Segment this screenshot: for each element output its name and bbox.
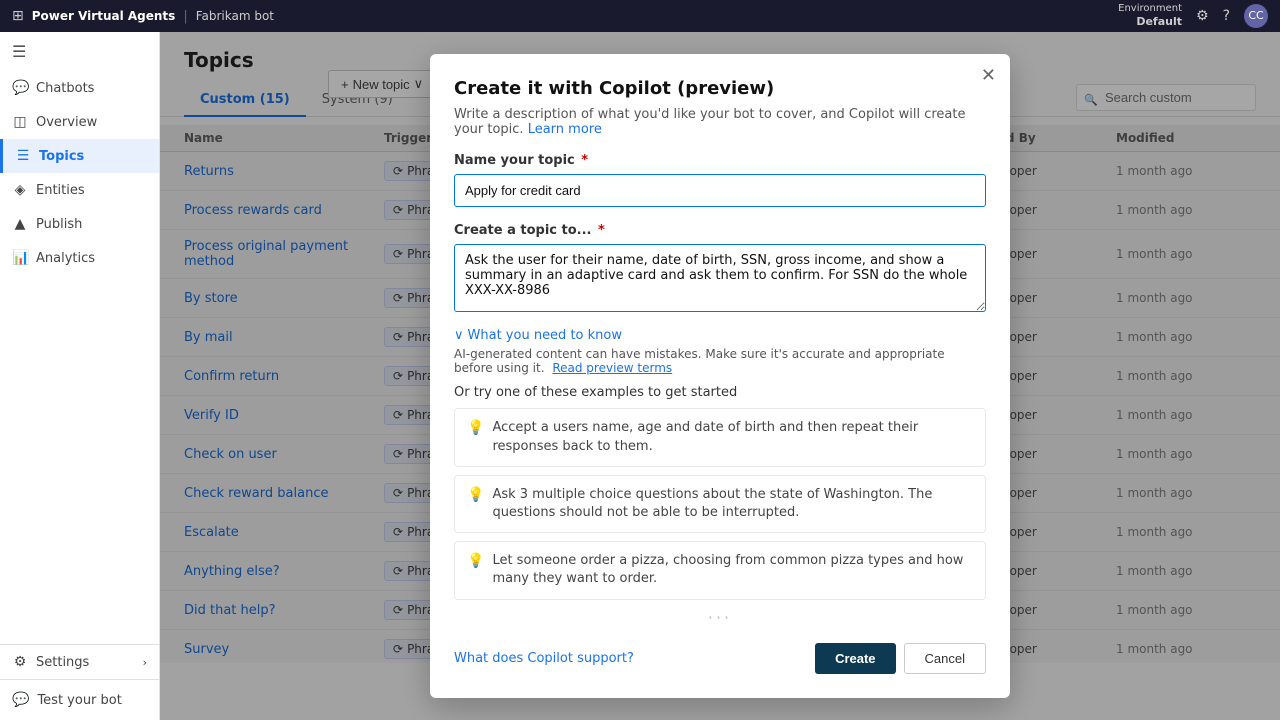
topic-description-label: Create a topic to... * <box>454 223 986 238</box>
copilot-support-link[interactable]: What does Copilot support? <box>454 651 634 666</box>
footer-buttons: Create Cancel <box>815 643 986 674</box>
sidebar: ☰ 💬 Chatbots ◫ Overview ☰ Topics ◈ Entit… <box>0 32 160 720</box>
chatbots-icon: 💬 <box>12 80 28 96</box>
example-item-1[interactable]: 💡 Accept a users name, age and date of b… <box>454 408 986 466</box>
sidebar-label-settings: Settings <box>36 655 89 670</box>
chevron-down-icon: ∨ <box>454 328 464 343</box>
app-name: Power Virtual Agents <box>32 9 176 23</box>
create-button[interactable]: Create <box>815 643 895 674</box>
main-content: + New topic ∨ Topics Custom (15) System … <box>160 32 1280 720</box>
preview-terms-link[interactable]: Read preview terms <box>552 361 672 375</box>
test-bot-button[interactable]: 💬 Test your bot <box>0 679 159 720</box>
analytics-icon: 📊 <box>12 250 28 266</box>
cancel-button[interactable]: Cancel <box>904 643 986 674</box>
publish-icon: ▲ <box>12 216 28 232</box>
overview-icon: ◫ <box>12 114 28 130</box>
warning-toggle-label: What you need to know <box>468 328 622 343</box>
sidebar-label-topics: Topics <box>39 149 84 164</box>
avatar[interactable]: CC <box>1244 4 1268 28</box>
topbar-right: Environment Default ⚙ ? CC <box>1118 2 1268 29</box>
sidebar-item-chatbots[interactable]: 💬 Chatbots <box>0 71 159 105</box>
examples-label: Or try one of these examples to get star… <box>454 385 986 400</box>
scroll-indicator: ··· <box>454 608 986 627</box>
close-button[interactable]: ✕ <box>981 66 996 84</box>
sidebar-label-overview: Overview <box>36 115 97 130</box>
topic-description-input[interactable]: Ask the user for their name, date of bir… <box>454 244 986 312</box>
settings-chevron-icon: › <box>143 656 147 669</box>
dialog-title: Create it with Copilot (preview) <box>454 78 986 99</box>
sidebar-item-settings[interactable]: ⚙ Settings › <box>0 644 159 679</box>
sidebar-label-entities: Entities <box>36 183 85 198</box>
warning-section: ∨ What you need to know AI-generated con… <box>454 328 986 375</box>
example-item-2[interactable]: 💡 Ask 3 multiple choice questions about … <box>454 475 986 533</box>
example-text-2: Ask 3 multiple choice questions about th… <box>492 486 973 522</box>
settings-nav-icon: ⚙ <box>12 654 28 670</box>
dialog-overlay: ✕ Create it with Copilot (preview) Write… <box>160 32 1280 720</box>
sidebar-label-analytics: Analytics <box>36 251 95 266</box>
copilot-dialog: ✕ Create it with Copilot (preview) Write… <box>430 54 1010 697</box>
warning-text: AI-generated content can have mistakes. … <box>454 347 986 375</box>
test-bot-icon: 💬 <box>12 692 29 708</box>
sidebar-item-publish[interactable]: ▲ Publish <box>0 207 159 241</box>
lightbulb-icon-2: 💡 <box>467 487 484 503</box>
grid-icon[interactable]: ⊞ <box>12 8 24 24</box>
topic-name-input[interactable] <box>454 174 986 207</box>
example-text-3: Let someone order a pizza, choosing from… <box>492 552 973 588</box>
sidebar-item-topics[interactable]: ☰ Topics <box>0 139 159 173</box>
name-label: Name your topic * <box>454 153 986 168</box>
learn-more-link[interactable]: Learn more <box>528 122 602 137</box>
sidebar-settings-section: ⚙ Settings › <box>0 644 159 679</box>
bot-name: Fabrikam bot <box>196 9 274 23</box>
sidebar-item-entities[interactable]: ◈ Entities <box>0 173 159 207</box>
test-bot-label: Test your bot <box>37 693 121 708</box>
dialog-description: Write a description of what you'd like y… <box>454 107 986 137</box>
sidebar-item-analytics[interactable]: 📊 Analytics <box>0 241 159 275</box>
sidebar-toggle[interactable]: ☰ <box>0 32 159 71</box>
example-text-1: Accept a users name, age and date of bir… <box>492 419 973 455</box>
sidebar-item-overview[interactable]: ◫ Overview <box>0 105 159 139</box>
help-icon[interactable]: ? <box>1223 8 1230 24</box>
settings-icon[interactable]: ⚙ <box>1196 8 1209 24</box>
app-layout: ☰ 💬 Chatbots ◫ Overview ☰ Topics ◈ Entit… <box>0 32 1280 720</box>
lightbulb-icon-3: 💡 <box>467 553 484 569</box>
topbar: ⊞ Power Virtual Agents | Fabrikam bot En… <box>0 0 1280 32</box>
warning-toggle[interactable]: ∨ What you need to know <box>454 328 986 343</box>
sidebar-label-publish: Publish <box>36 217 82 232</box>
dialog-footer: What does Copilot support? Create Cancel <box>454 643 986 674</box>
example-item-3[interactable]: 💡 Let someone order a pizza, choosing fr… <box>454 541 986 599</box>
sidebar-label-chatbots: Chatbots <box>36 81 94 96</box>
lightbulb-icon-1: 💡 <box>467 420 484 436</box>
environment-info: Environment Default <box>1118 2 1182 29</box>
entities-icon: ◈ <box>12 182 28 198</box>
topbar-left: ⊞ Power Virtual Agents | Fabrikam bot <box>12 8 274 24</box>
topics-icon: ☰ <box>15 148 31 164</box>
